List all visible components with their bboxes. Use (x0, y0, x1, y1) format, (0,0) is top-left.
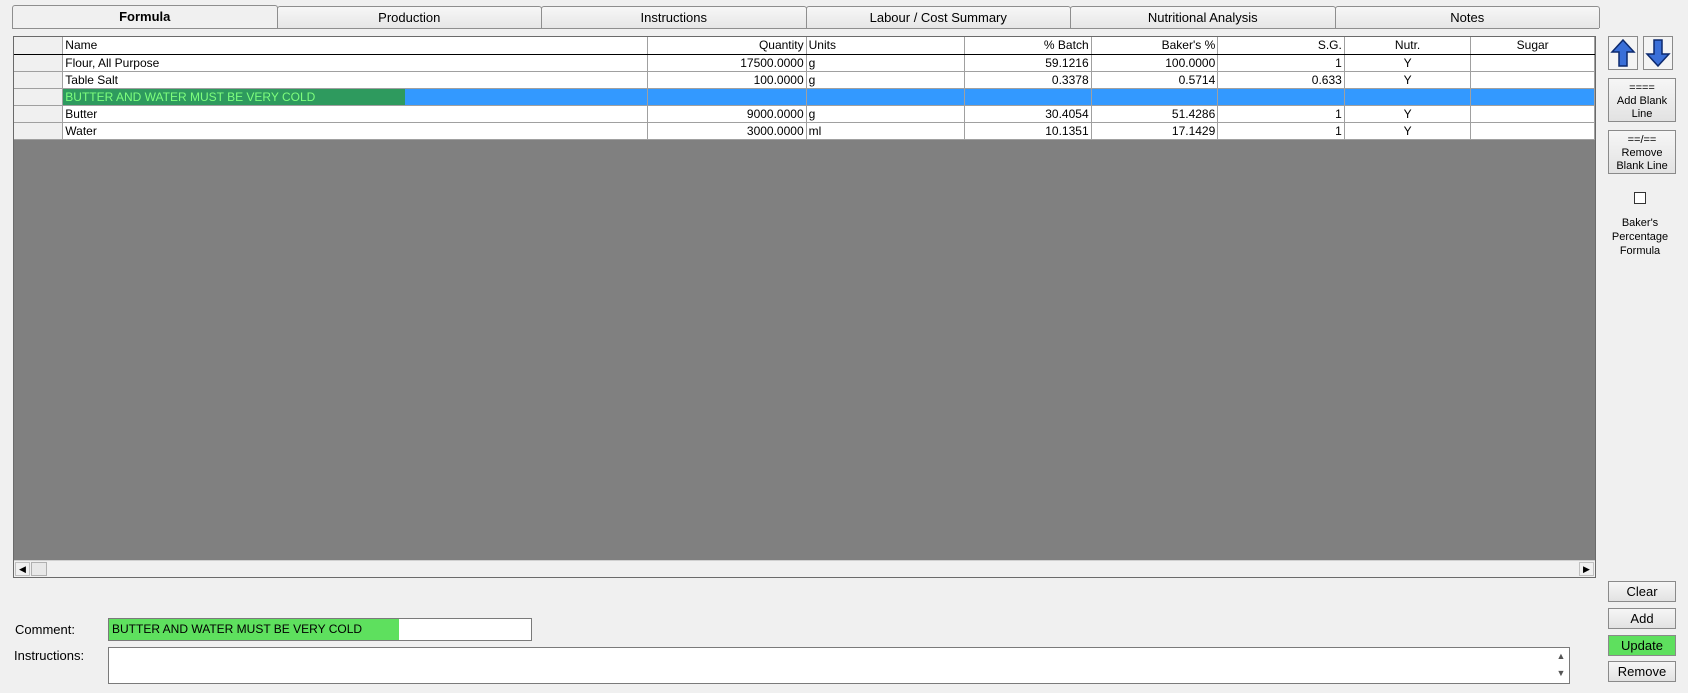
cell-name[interactable]: Table Salt (62, 71, 649, 89)
tab-labour-cost-summary[interactable]: Labour / Cost Summary (805, 6, 1071, 28)
cell-empty[interactable] (1217, 88, 1345, 106)
formula-grid[interactable]: Name Quantity Units % Batch Baker's % S.… (13, 36, 1596, 578)
cell-units[interactable]: ml (806, 122, 966, 140)
cell-empty[interactable] (964, 88, 1092, 106)
remove-button[interactable]: Remove (1608, 661, 1676, 682)
cell-bakers[interactable]: 0.5714 (1091, 71, 1219, 89)
clear-button[interactable]: Clear (1608, 581, 1676, 602)
add-blank-line-label: Add Blank Line (1616, 95, 1668, 120)
cell-sugar[interactable] (1470, 105, 1595, 123)
row-header[interactable] (14, 71, 64, 89)
scroll-left-icon[interactable]: ◀ (15, 562, 30, 576)
cell-quantity[interactable]: 100.0000 (647, 71, 807, 89)
col-header-sg[interactable]: S.G. (1217, 37, 1345, 55)
col-header-sugar[interactable]: Sugar (1470, 37, 1595, 55)
col-header-nutr[interactable]: Nutr. (1344, 37, 1472, 55)
cell-sg[interactable]: 0.633 (1217, 71, 1345, 89)
cell-nutr[interactable]: Y (1344, 71, 1472, 89)
cell-bakers[interactable]: 17.1429 (1091, 122, 1219, 140)
cell-bakers[interactable]: 51.4286 (1091, 105, 1219, 123)
cell-empty[interactable] (647, 88, 807, 106)
tab-notes[interactable]: Notes (1334, 6, 1600, 28)
comment-text: BUTTER AND WATER MUST BE VERY COLD (63, 88, 406, 104)
tab-formula[interactable]: Formula (12, 5, 278, 29)
cell-empty[interactable] (1344, 88, 1472, 106)
remove-blank-line-glyph: ==/== (1627, 134, 1657, 146)
cell-quantity[interactable]: 3000.0000 (647, 122, 807, 140)
table-row[interactable]: Butter 9000.0000 g 30.4054 51.4286 1 Y (14, 105, 1595, 123)
remove-blank-line-label: Remove Blank Line (1616, 147, 1668, 172)
col-header-units[interactable]: Units (806, 37, 966, 55)
remove-blank-line-button[interactable]: ==/== Remove Blank Line (1608, 130, 1676, 174)
cell-empty[interactable] (1091, 88, 1219, 106)
comment-field-value: BUTTER AND WATER MUST BE VERY COLD (109, 619, 399, 640)
cell-sugar[interactable] (1470, 71, 1595, 89)
cell-sugar[interactable] (1470, 54, 1595, 72)
tab-instructions[interactable]: Instructions (541, 6, 807, 28)
scroll-right-icon[interactable]: ▶ (1579, 562, 1594, 576)
cell-nutr[interactable]: Y (1344, 122, 1472, 140)
col-header-batch[interactable]: % Batch (964, 37, 1092, 55)
cell-units[interactable]: g (806, 71, 966, 89)
table-row[interactable]: Table Salt 100.0000 g 0.3378 0.5714 0.63… (14, 71, 1595, 89)
table-row[interactable]: Water 3000.0000 ml 10.1351 17.1429 1 Y (14, 122, 1595, 140)
arrow-up-icon (1610, 38, 1636, 67)
horizontal-scrollbar[interactable]: ◀ ▶ (14, 560, 1595, 577)
table-row[interactable]: Flour, All Purpose 17500.0000 g 59.1216 … (14, 54, 1595, 72)
tab-strip: Formula Production Instructions Labour /… (12, 5, 1600, 29)
cell-nutr[interactable]: Y (1344, 54, 1472, 72)
cell-batch[interactable]: 30.4054 (964, 105, 1092, 123)
col-header-bakers[interactable]: Baker's % (1091, 37, 1219, 55)
ingredient-table: Name Quantity Units % Batch Baker's % S.… (14, 37, 1595, 140)
comment-field[interactable]: BUTTER AND WATER MUST BE VERY COLD (108, 618, 532, 641)
cell-batch[interactable]: 0.3378 (964, 71, 1092, 89)
cell-name[interactable]: Water (62, 122, 649, 140)
cell-name[interactable]: Flour, All Purpose (62, 54, 649, 72)
cell-sg[interactable]: 1 (1217, 54, 1345, 72)
tab-production[interactable]: Production (276, 6, 542, 28)
scroll-down-icon[interactable]: ▼ (1554, 666, 1568, 682)
row-header[interactable] (14, 122, 64, 140)
row-header-corner (14, 37, 64, 55)
scroll-thumb[interactable] (31, 562, 47, 576)
scroll-up-icon[interactable]: ▲ (1554, 649, 1568, 665)
col-header-quantity[interactable]: Quantity (647, 37, 807, 55)
row-header[interactable] (14, 88, 64, 106)
cell-units[interactable]: g (806, 105, 966, 123)
comment-label: Comment: (15, 622, 75, 637)
bakers-percentage-label: Baker's Percentage Formula (1611, 217, 1669, 257)
cell-bakers[interactable]: 100.0000 (1091, 54, 1219, 72)
add-blank-line-button[interactable]: ==== Add Blank Line (1608, 78, 1676, 122)
col-header-name[interactable]: Name (62, 37, 649, 55)
cell-empty[interactable] (1470, 88, 1595, 106)
cell-sg[interactable]: 1 (1217, 122, 1345, 140)
cell-empty[interactable] (806, 88, 966, 106)
table-header-row: Name Quantity Units % Batch Baker's % S.… (14, 37, 1595, 55)
tab-divider (12, 28, 1599, 29)
cell-nutr[interactable]: Y (1344, 105, 1472, 123)
bakers-percentage-checkbox[interactable] (1634, 192, 1646, 204)
update-button[interactable]: Update (1608, 635, 1676, 656)
instructions-label: Instructions: (14, 648, 85, 663)
cell-name[interactable]: Butter (62, 105, 649, 123)
add-blank-line-glyph: ==== (1629, 82, 1655, 94)
cell-quantity[interactable]: 17500.0000 (647, 54, 807, 72)
arrow-down-icon (1645, 39, 1671, 68)
cell-sugar[interactable] (1470, 122, 1595, 140)
cell-comment[interactable]: BUTTER AND WATER MUST BE VERY COLD (62, 88, 649, 106)
cell-sg[interactable]: 1 (1217, 105, 1345, 123)
cell-batch[interactable]: 10.1351 (964, 122, 1092, 140)
move-down-button[interactable] (1643, 36, 1673, 70)
cell-batch[interactable]: 59.1216 (964, 54, 1092, 72)
move-up-button[interactable] (1608, 36, 1638, 70)
tab-nutritional-analysis[interactable]: Nutritional Analysis (1070, 6, 1336, 28)
instructions-field[interactable]: ▲ ▼ (108, 647, 1570, 684)
cell-quantity[interactable]: 9000.0000 (647, 105, 807, 123)
row-header[interactable] (14, 105, 64, 123)
row-header[interactable] (14, 54, 64, 72)
table-row-comment-selected[interactable]: BUTTER AND WATER MUST BE VERY COLD (14, 88, 1595, 106)
add-button[interactable]: Add (1608, 608, 1676, 629)
cell-units[interactable]: g (806, 54, 966, 72)
